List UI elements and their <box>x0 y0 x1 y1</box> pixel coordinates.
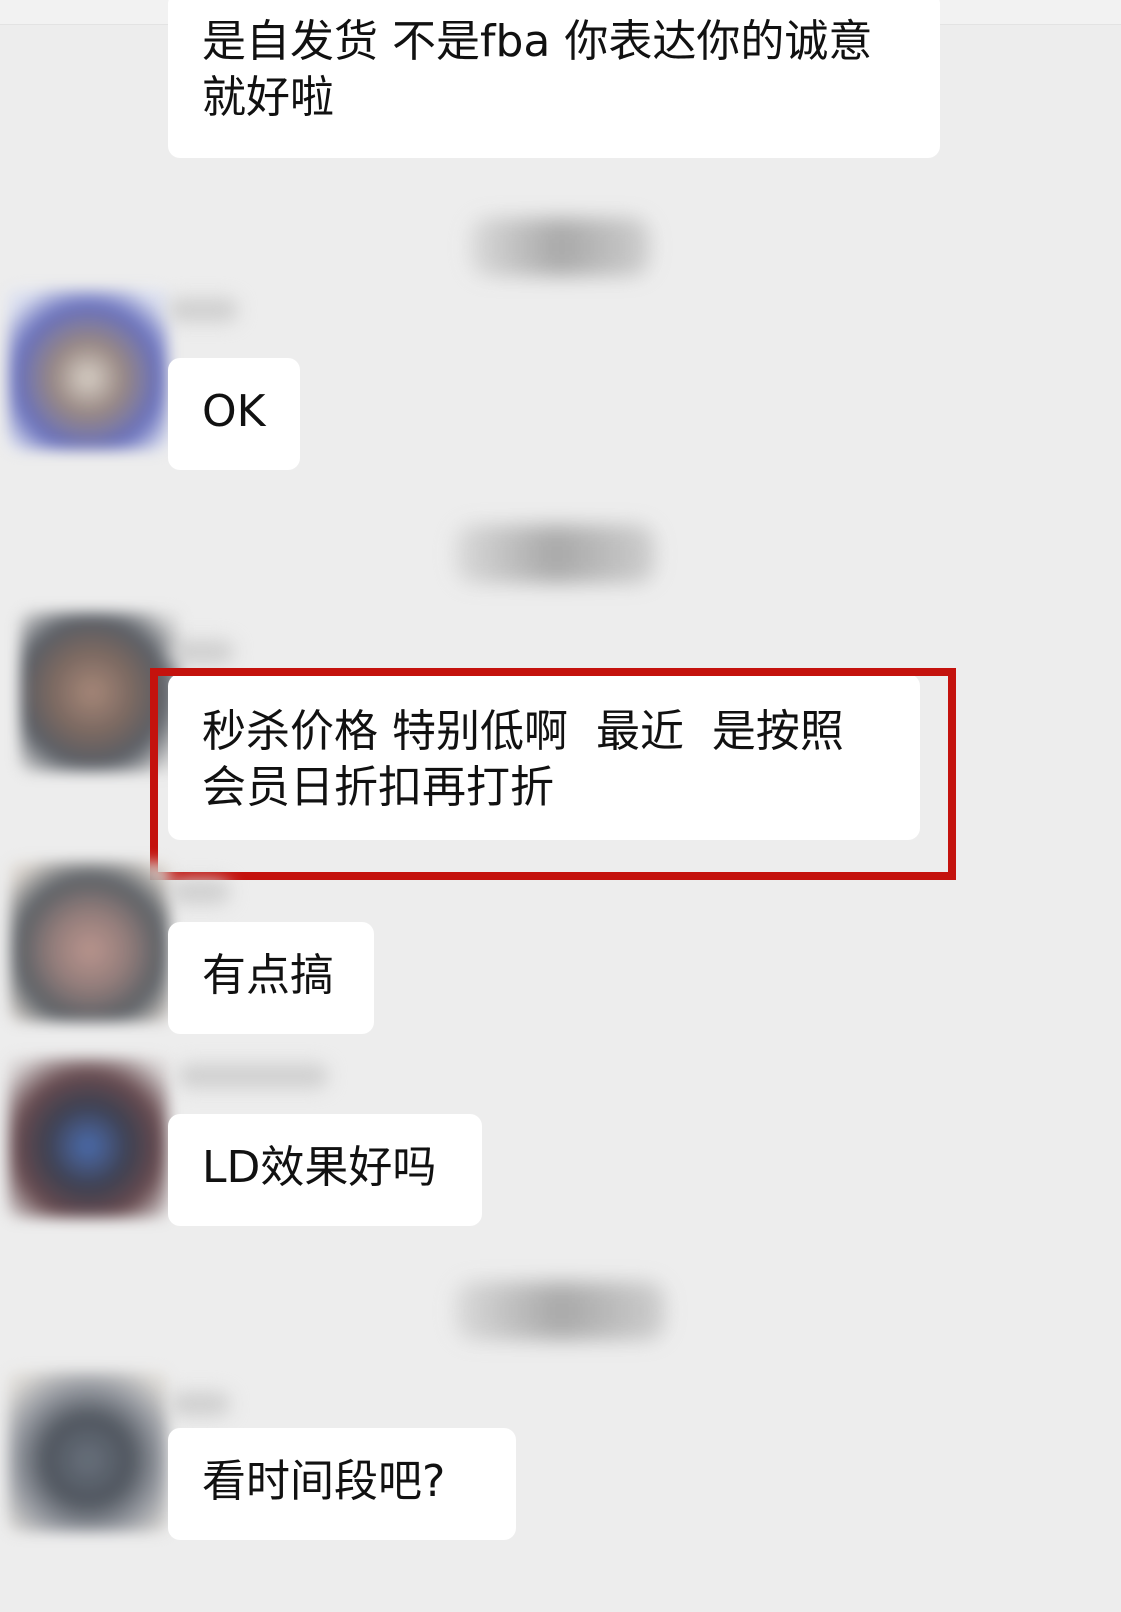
sender-name-redacted <box>178 1064 328 1088</box>
avatar-redacted[interactable] <box>10 862 170 1022</box>
avatar-redacted[interactable] <box>20 612 180 772</box>
avatar-redacted[interactable] <box>8 1372 168 1532</box>
avatar-redacted[interactable] <box>8 1058 168 1218</box>
sender-name-redacted <box>168 298 238 322</box>
avatar-redacted[interactable] <box>8 290 168 450</box>
sender-name-redacted <box>170 880 230 904</box>
message-bubble[interactable]: 有点搞 <box>168 922 374 1034</box>
chat-conversation: 是自发货 不是fba 你表达你的诚意 就好啦 OK 秒杀价格 特别低啊 最近 是… <box>0 0 1121 1612</box>
sender-name-redacted <box>170 640 234 664</box>
message-bubble-highlighted[interactable]: 秒杀价格 特别低啊 最近 是按照 会员日折扣再打折 <box>168 674 920 840</box>
message-bubble[interactable]: 是自发货 不是fba 你表达你的诚意 就好啦 <box>168 0 940 158</box>
message-bubble[interactable]: OK <box>168 358 300 470</box>
timestamp-redacted <box>470 218 650 276</box>
timestamp-redacted <box>455 1282 665 1340</box>
timestamp-redacted <box>455 525 655 583</box>
sender-name-redacted <box>170 1392 230 1416</box>
message-bubble[interactable]: 看时间段吧? <box>168 1428 516 1540</box>
message-bubble[interactable]: LD效果好吗 <box>168 1114 482 1226</box>
